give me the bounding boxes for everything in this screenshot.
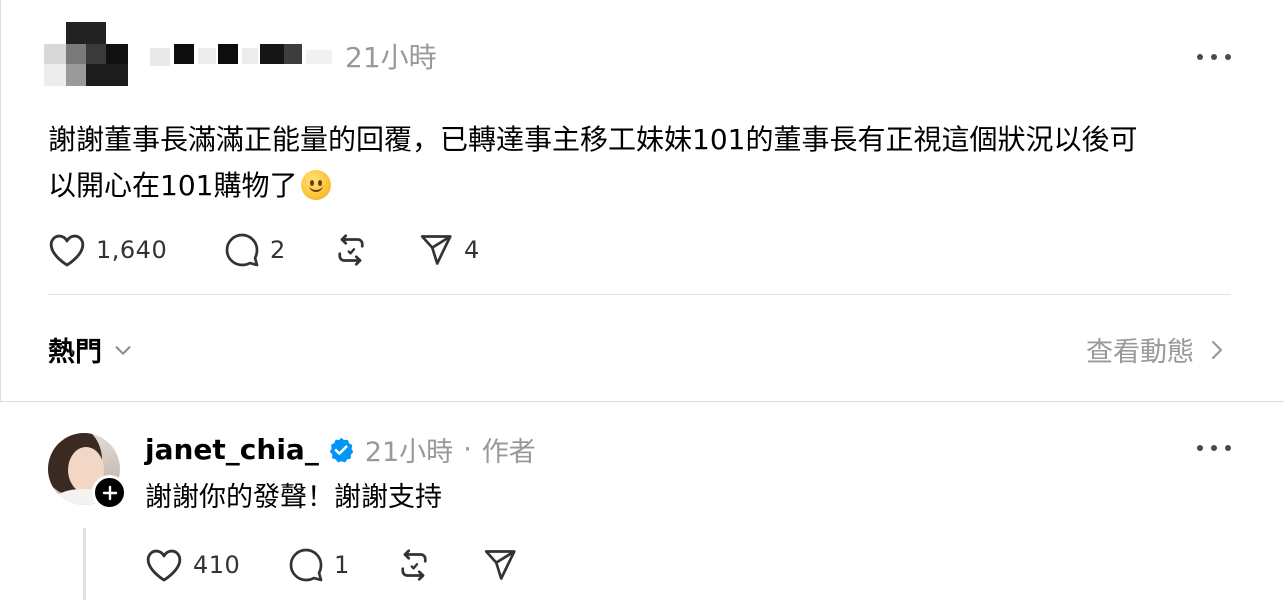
comment-count: 2 [270, 236, 286, 264]
reply-like-button[interactable]: 410 [145, 547, 240, 583]
post-more-button[interactable] [1197, 52, 1231, 62]
reply-comment-button[interactable]: 1 [288, 547, 350, 583]
reply-comment-count: 1 [334, 551, 350, 579]
comment-bubble-icon [289, 548, 323, 582]
view-activity-label: 查看動態 [1086, 337, 1194, 368]
post-text: 謝謝董事長滿滿正能量的回覆，已轉達事主移工妹妹101的董事長有正視這個狀況以後可… [48, 117, 1228, 209]
card-left-border [0, 0, 1, 401]
post-text-line-2: 以開心在101購物了 [48, 169, 298, 202]
repost-icon [338, 234, 364, 266]
repost-icon [401, 549, 427, 581]
share-count: 4 [464, 236, 480, 264]
like-count: 1,640 [96, 236, 168, 264]
chevron-right-icon [1211, 340, 1223, 359]
divider [48, 294, 1231, 295]
post-text-line-1: 謝謝董事長滿滿正能量的回覆，已轉達事主移工妹妹101的董事長有正視這個狀況以後可 [48, 123, 1138, 156]
plus-icon [102, 485, 117, 500]
thread-line [83, 528, 86, 600]
sort-label: 熱門 [48, 337, 102, 368]
follow-button[interactable] [92, 475, 127, 510]
reply-header: janet_chia_ 21小時 · 作者 [145, 430, 536, 469]
send-icon [420, 235, 452, 265]
reply-timestamp: 21小時 [364, 437, 454, 468]
comment-bubble-icon [225, 233, 259, 267]
repost-button[interactable] [333, 232, 369, 268]
smiling-face-emoji-icon [301, 170, 332, 200]
reply-repost-button[interactable] [396, 547, 432, 583]
view-activity-link[interactable]: 查看動態 [1086, 330, 1228, 369]
more-horizontal-icon [1197, 445, 1203, 451]
heart-icon [49, 234, 85, 267]
more-horizontal-icon [1197, 54, 1203, 60]
reply-like-count: 410 [193, 551, 241, 579]
section-separator [0, 401, 1284, 402]
send-icon [484, 550, 516, 580]
reply-username[interactable]: janet_chia_ [145, 433, 319, 466]
verified-badge-icon [327, 436, 355, 464]
sort-dropdown[interactable]: 熱門 [48, 330, 134, 369]
censored-username[interactable] [150, 44, 340, 68]
censored-avatar[interactable] [44, 22, 130, 86]
heart-icon [146, 549, 182, 582]
author-label: 作者 [481, 437, 536, 468]
post-timestamp: 21小時 [345, 41, 437, 74]
share-button[interactable]: 4 [418, 232, 480, 268]
comment-button[interactable]: 2 [224, 232, 286, 268]
reply-text: 謝謝你的發聲！謝謝支持 [145, 482, 442, 513]
chevron-down-icon [115, 345, 131, 355]
reply-share-button[interactable] [482, 547, 518, 583]
reply-more-button[interactable] [1197, 443, 1231, 453]
meta-separator: · [463, 434, 472, 465]
like-button[interactable]: 1,640 [48, 232, 167, 268]
